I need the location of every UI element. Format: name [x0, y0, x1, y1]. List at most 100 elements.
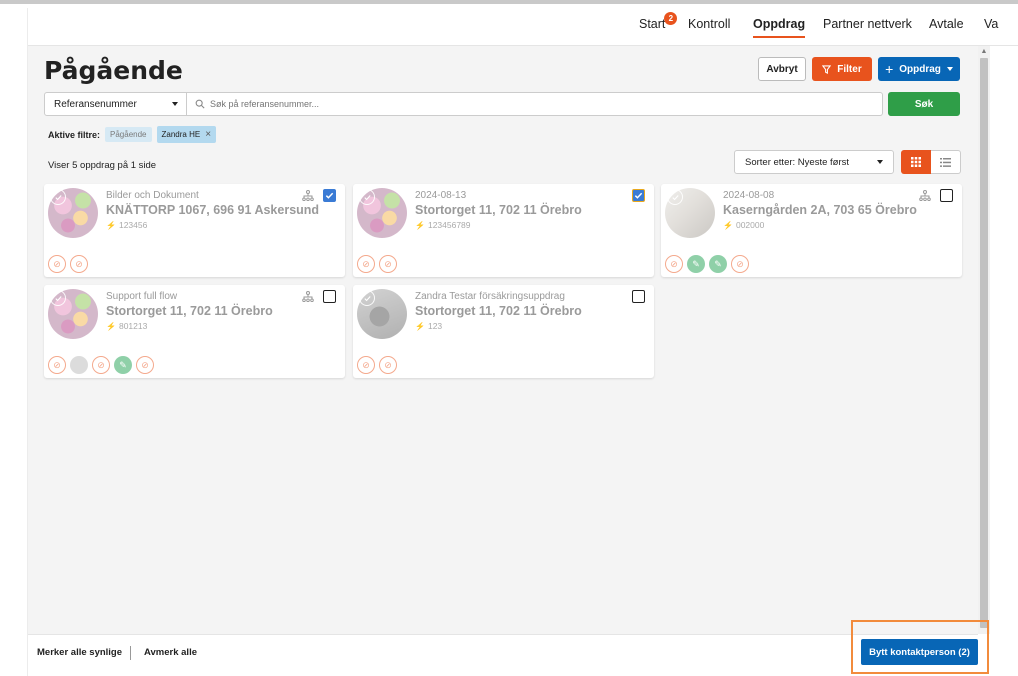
left-sidebar — [0, 8, 28, 676]
oppdrag-card[interactable]: 2024-08-13 Stortorget 11, 702 11 Örebro … — [353, 184, 654, 277]
card-subtitle: Zandra Testar försäkringsuppdrag — [415, 291, 565, 302]
status-icon[interactable]: ⊘ — [48, 356, 66, 374]
new-oppdrag-label: Oppdrag — [899, 63, 941, 75]
bolt-icon: ⚡ — [106, 321, 116, 331]
select-checkbox[interactable] — [323, 189, 336, 202]
card-reference: ⚡ 123456789 — [415, 220, 471, 230]
check-circle-icon — [359, 189, 375, 205]
active-filters-label: Aktive filtre: — [48, 129, 101, 140]
chevron-down-icon — [877, 160, 883, 164]
nav-kontroll[interactable]: Kontroll — [688, 17, 730, 31]
grid-view-button[interactable] — [901, 150, 931, 174]
change-contact-button[interactable]: Bytt kontaktperson (2) — [861, 639, 978, 665]
filter-label: Filter — [837, 63, 862, 75]
status-icon[interactable]: ⊘ — [92, 356, 110, 374]
window-edge — [990, 46, 1018, 676]
filter-chip-user[interactable]: Zandra HE × — [156, 126, 217, 143]
bolt-icon: ⚡ — [415, 220, 425, 230]
reference-number: 801213 — [118, 321, 148, 331]
list-icon — [940, 157, 951, 167]
select-checkbox[interactable] — [323, 290, 336, 303]
list-view-button[interactable] — [931, 150, 961, 174]
oppdrag-card[interactable]: Zandra Testar försäkringsuppdrag Stortor… — [353, 285, 654, 378]
nav-start[interactable]: Start 2 — [639, 12, 678, 31]
status-icon[interactable]: ⊘ — [357, 255, 375, 273]
status-icon[interactable] — [70, 356, 88, 374]
select-checkbox[interactable] — [940, 189, 953, 202]
filter-chip-status[interactable]: Pågående — [105, 127, 152, 142]
oppdrag-card[interactable]: 2024-08-08 Kaserngården 2A, 703 65 Örebr… — [661, 184, 962, 277]
card-reference: ⚡ 801213 — [106, 321, 147, 331]
page-title: Pågående — [44, 56, 183, 85]
footer-bar: Merker alle synlige Avmerk alle — [28, 634, 978, 676]
status-icon[interactable]: ⊘ — [379, 255, 397, 273]
bolt-icon: ⚡ — [723, 220, 733, 230]
status-icon[interactable]: ⊘ — [48, 255, 66, 273]
result-count: Viser 5 oppdrag på 1 side — [48, 160, 157, 171]
search-field-value: Referansenummer — [54, 99, 137, 110]
top-navigation: Start 2 Kontroll Oppdrag Partner nettver… — [28, 8, 1018, 46]
card-address: KNÄTTORP 1067, 696 91 Askersund — [106, 203, 320, 217]
status-icon[interactable]: ✎ — [114, 356, 132, 374]
filter-chip-label: Pågående — [110, 130, 147, 139]
status-icon[interactable]: ⊘ — [136, 356, 154, 374]
select-visible-link[interactable]: Merker alle synlige — [37, 647, 122, 658]
search-field-select[interactable]: Referansenummer — [44, 92, 187, 116]
select-checkbox[interactable] — [632, 189, 645, 202]
search-button-label: Søk — [914, 98, 934, 110]
search-input[interactable] — [210, 99, 850, 109]
hierarchy-icon[interactable] — [302, 190, 314, 201]
new-oppdrag-button[interactable]: + Oppdrag — [878, 57, 960, 81]
nav-avtale[interactable]: Avtale — [929, 17, 964, 31]
status-icon[interactable]: ⊘ — [731, 255, 749, 273]
notification-badge: 2 — [664, 12, 678, 25]
card-subtitle: Bilder och Dokument — [106, 190, 199, 201]
scroll-up-icon[interactable]: ▲ — [980, 48, 988, 56]
close-icon[interactable]: × — [205, 129, 211, 140]
status-icon[interactable]: ⊘ — [357, 356, 375, 374]
status-icon[interactable]: ⊘ — [665, 255, 683, 273]
hierarchy-icon[interactable] — [302, 291, 314, 302]
check-circle-icon — [50, 189, 66, 205]
status-icon[interactable]: ✎ — [687, 255, 705, 273]
nav-start-label: Start — [639, 17, 666, 31]
status-icon[interactable]: ⊘ — [379, 356, 397, 374]
grid-icon — [911, 157, 921, 167]
sort-select[interactable]: Sorter etter: Nyeste først — [734, 150, 894, 174]
oppdrag-card[interactable]: Support full flow Stortorget 11, 702 11 … — [44, 285, 345, 378]
change-contact-label: Bytt kontaktperson (2) — [869, 646, 970, 658]
filter-button[interactable]: Filter — [812, 57, 872, 81]
filter-chip-label: Zandra HE — [161, 130, 201, 139]
nav-oppdrag[interactable]: Oppdrag — [753, 17, 806, 38]
sort-value: Sorter etter: Nyeste først — [745, 157, 849, 168]
card-subtitle: 2024-08-08 — [723, 190, 775, 201]
card-subtitle: 2024-08-13 — [415, 190, 467, 201]
scrollbar-thumb[interactable] — [980, 58, 988, 628]
check-circle-icon — [359, 290, 375, 306]
status-icons: ⊘ ⊘ ✎ ⊘ — [48, 356, 154, 374]
check-circle-icon — [50, 290, 66, 306]
card-reference: ⚡ 002000 — [723, 220, 764, 230]
status-icon[interactable]: ✎ — [709, 255, 727, 273]
reference-number: 123 — [427, 321, 443, 331]
footer-divider — [130, 646, 131, 660]
oppdrag-card[interactable]: Bilder och Dokument KNÄTTORP 1067, 696 9… — [44, 184, 345, 277]
deselect-all-link[interactable]: Avmerk alle — [144, 647, 197, 658]
nav-partner-nettverk[interactable]: Partner nettverk — [823, 17, 912, 31]
reference-number: 002000 — [735, 220, 765, 230]
reference-number: 123456 — [118, 220, 148, 230]
search-button[interactable]: Søk — [888, 92, 960, 116]
card-address: Stortorget 11, 702 11 Örebro — [415, 203, 582, 217]
hierarchy-icon[interactable] — [919, 190, 931, 201]
status-icon[interactable]: ⊘ — [70, 255, 88, 273]
reference-number: 123456789 — [427, 220, 471, 230]
active-filters: Aktive filtre: Pågående Zandra HE × — [48, 126, 217, 143]
cancel-button[interactable]: Avbryt — [758, 57, 806, 81]
nav-more[interactable]: Va — [984, 17, 998, 31]
card-address: Stortorget 11, 702 11 Örebro — [106, 304, 273, 318]
select-checkbox[interactable] — [632, 290, 645, 303]
card-address: Stortorget 11, 702 11 Örebro — [415, 304, 582, 318]
search-box — [187, 92, 883, 116]
plus-icon: + — [885, 61, 894, 77]
card-reference: ⚡ 123 — [415, 321, 442, 331]
